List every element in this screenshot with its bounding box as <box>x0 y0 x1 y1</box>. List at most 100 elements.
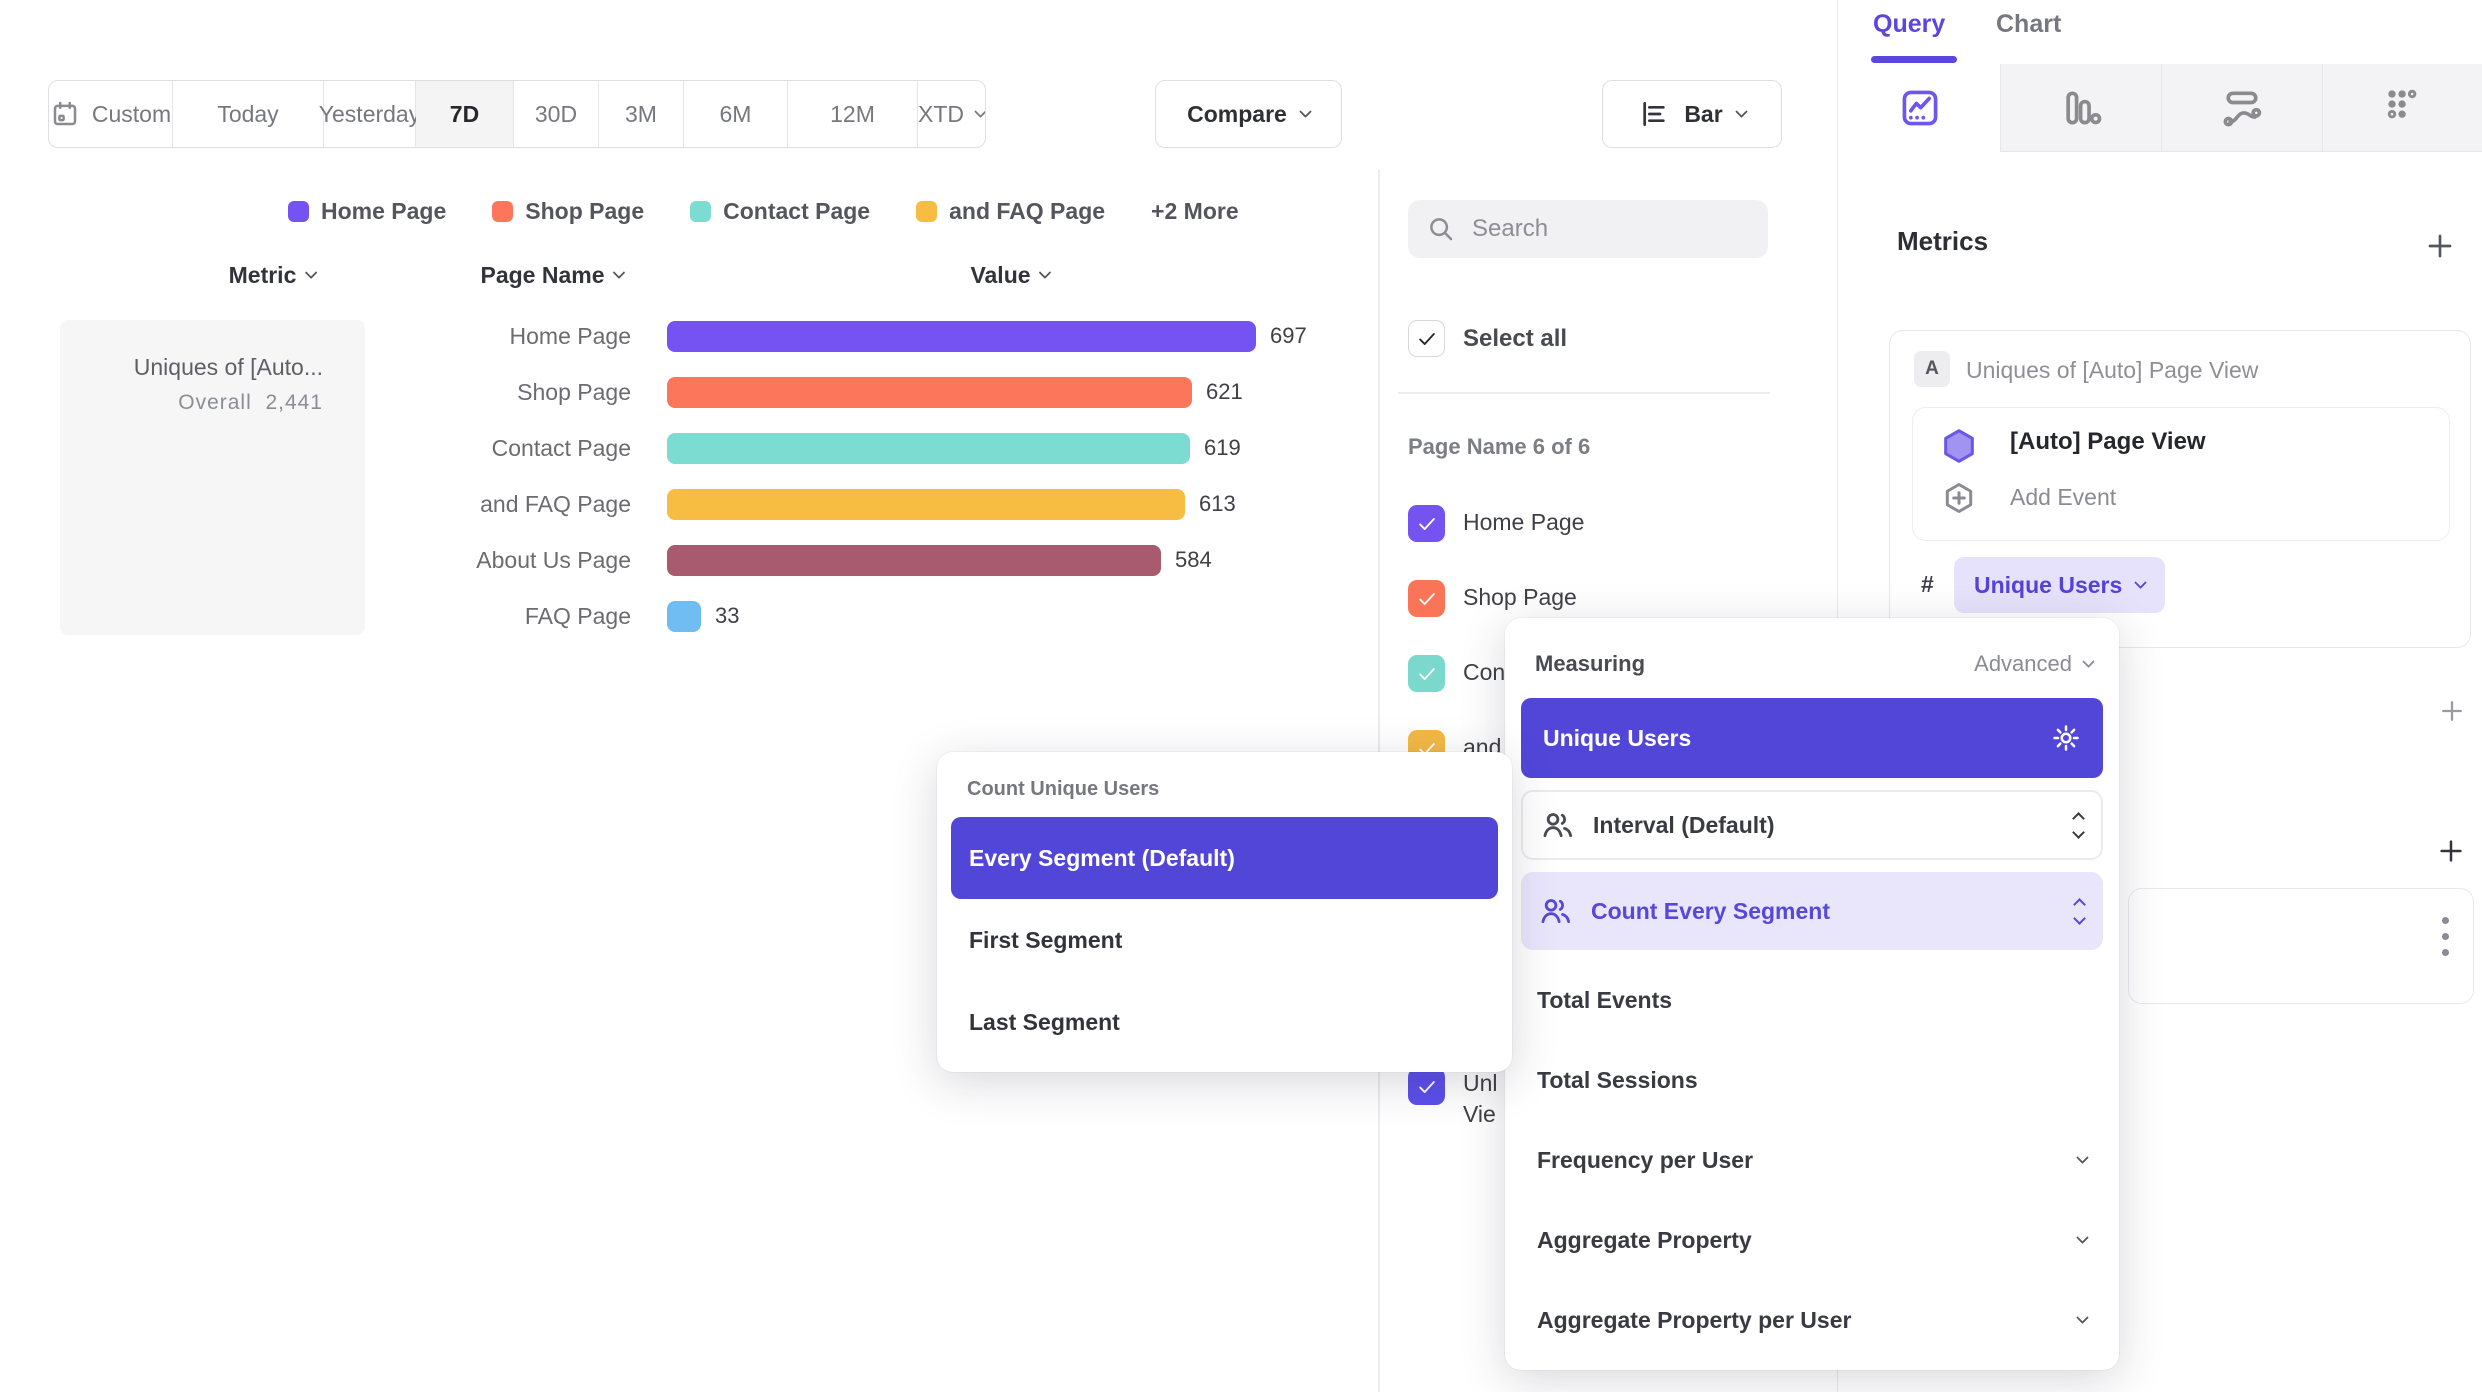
add-metric-button[interactable] <box>2424 230 2456 262</box>
legend-swatch <box>288 201 309 222</box>
add-breakdown-button[interactable] <box>2436 836 2466 866</box>
bar[interactable] <box>667 321 1256 352</box>
chevron-down-icon <box>2082 655 2095 668</box>
date-range-label: Today <box>217 101 278 128</box>
bar-category-label: Shop Page <box>380 379 667 406</box>
tab-retention[interactable] <box>2322 64 2482 152</box>
select-all-checkbox[interactable] <box>1408 320 1445 357</box>
active-tab-underline <box>1871 56 1957 63</box>
date-range-segment[interactable]: 12M <box>788 81 918 147</box>
search-input[interactable]: Search <box>1408 200 1768 258</box>
count-unique-users-popup: Count Unique Users Every Segment (Defaul… <box>937 752 1512 1072</box>
gear-icon[interactable] <box>2051 723 2081 753</box>
bar-chart-icon <box>1638 98 1670 130</box>
column-header-metric[interactable]: Metric <box>229 262 316 289</box>
bar[interactable] <box>667 377 1192 408</box>
filter-checkbox[interactable] <box>1408 1068 1445 1105</box>
flows-icon <box>2220 86 2264 130</box>
chevron-down-icon <box>2076 1311 2089 1324</box>
compare-label: Compare <box>1187 101 1287 128</box>
bar-value: 33 <box>715 603 739 629</box>
bar-chart-row: FAQ Page 33 <box>380 588 1380 644</box>
retention-icon <box>2381 83 2425 132</box>
chevron-down-icon <box>2076 1151 2089 1164</box>
column-header-value[interactable]: Value <box>970 262 1049 289</box>
date-range-segment[interactable]: 7D <box>416 81 514 147</box>
interval-option[interactable]: Interval (Default) <box>1523 792 2101 858</box>
more-options-icon[interactable] <box>2442 917 2449 956</box>
tab-chart[interactable]: Chart <box>1996 10 2061 39</box>
bar-category-label: Home Page <box>380 323 667 350</box>
legend-item[interactable]: +2 More <box>1151 198 1239 225</box>
legend-item[interactable]: and FAQ Page <box>916 198 1105 225</box>
people-icon <box>1539 894 1573 928</box>
legend-label: Contact Page <box>723 198 870 225</box>
measuring-menu-item[interactable]: Aggregate Property <box>1521 1200 2103 1280</box>
measuring-menu-item[interactable]: Aggregate Property per User <box>1521 1280 2103 1360</box>
insights-page: Custom Today <box>0 0 2482 1392</box>
legend-label: +2 More <box>1151 198 1239 225</box>
tab-flows[interactable] <box>2161 64 2322 152</box>
tab-funnels[interactable] <box>2000 64 2161 152</box>
event-hexagon-icon <box>1939 426 1979 471</box>
add-event-button[interactable]: Add Event <box>2010 484 2116 511</box>
legend-item[interactable]: Contact Page <box>690 198 870 225</box>
date-range-segment[interactable]: XTD <box>918 81 985 147</box>
filter-item-label: Home Page <box>1463 505 1584 536</box>
people-icon <box>1541 808 1575 842</box>
compare-button[interactable]: Compare <box>1155 80 1342 148</box>
event-name[interactable]: [Auto] Page View <box>2010 428 2206 456</box>
legend-item[interactable]: Shop Page <box>492 198 644 225</box>
bar-value: 613 <box>1199 491 1236 517</box>
column-header-page-name[interactable]: Page Name <box>480 262 623 289</box>
bar[interactable] <box>667 433 1190 464</box>
measuring-title: Measuring <box>1535 651 1645 677</box>
chart-type-label: Bar <box>1684 101 1722 128</box>
chart-type-button[interactable]: Bar <box>1602 80 1782 148</box>
date-range-label: 3M <box>625 101 657 128</box>
measuring-menu-item[interactable]: Total Events <box>1521 960 2103 1040</box>
bar-value: 621 <box>1206 379 1243 405</box>
tab-insights[interactable] <box>1840 64 2000 152</box>
segment-option[interactable]: Last Segment <box>951 981 1498 1063</box>
funnels-icon <box>2059 86 2103 130</box>
date-range-segment[interactable]: Today <box>173 81 324 147</box>
legend-swatch <box>690 201 711 222</box>
legend-item[interactable]: Home Page <box>288 198 446 225</box>
measuring-option-unique-users[interactable]: Unique Users <box>1521 698 2103 778</box>
select-all-row[interactable]: Select all <box>1408 320 1567 357</box>
metric-summary-card[interactable]: Uniques of [Auto... Overall 2,441 <box>60 320 365 635</box>
filter-checkbox[interactable] <box>1408 580 1445 617</box>
add-filter-button[interactable] <box>2438 697 2466 725</box>
add-event-icon <box>1941 480 1977 516</box>
bar[interactable] <box>667 489 1185 520</box>
filter-list-item[interactable]: Home Page <box>1408 505 1768 580</box>
date-range-segment[interactable]: 3M <box>599 81 684 147</box>
date-range-segment[interactable]: 30D <box>514 81 599 147</box>
bar-value: 619 <box>1204 435 1241 461</box>
bar[interactable] <box>667 601 701 632</box>
segment-option[interactable]: Every Segment (Default) <box>951 817 1498 899</box>
date-range-segment[interactable]: Custom <box>49 81 173 147</box>
date-range-segment[interactable]: 6M <box>684 81 788 147</box>
measuring-menu-item[interactable]: Frequency per User <box>1521 1120 2103 1200</box>
chevron-down-icon <box>2134 576 2147 589</box>
bar-category-label: About Us Page <box>380 547 667 574</box>
tab-query[interactable]: Query <box>1873 10 1945 39</box>
filter-checkbox[interactable] <box>1408 505 1445 542</box>
chart-legend: Home Page Shop Page Contact Page and FAQ… <box>288 198 1239 225</box>
filter-list-item-partial[interactable]: Unl Vie <box>1408 1068 1498 1130</box>
measurement-pill[interactable]: Unique Users <box>1954 557 2165 613</box>
measuring-menu-item[interactable]: Total Sessions <box>1521 1040 2103 1120</box>
date-range-label: Yesterday <box>319 101 420 128</box>
advanced-dropdown[interactable]: Advanced <box>1974 651 2093 677</box>
measuring-header: Measuring Advanced <box>1521 634 2103 690</box>
search-placeholder: Search <box>1472 215 1548 243</box>
count-every-segment-option[interactable]: Count Every Segment <box>1521 872 2103 950</box>
calendar-icon <box>50 99 80 129</box>
filter-checkbox[interactable] <box>1408 655 1445 692</box>
segment-option[interactable]: First Segment <box>951 899 1498 981</box>
bar[interactable] <box>667 545 1161 576</box>
legend-swatch <box>492 201 513 222</box>
date-range-segment[interactable]: Yesterday <box>324 81 416 147</box>
